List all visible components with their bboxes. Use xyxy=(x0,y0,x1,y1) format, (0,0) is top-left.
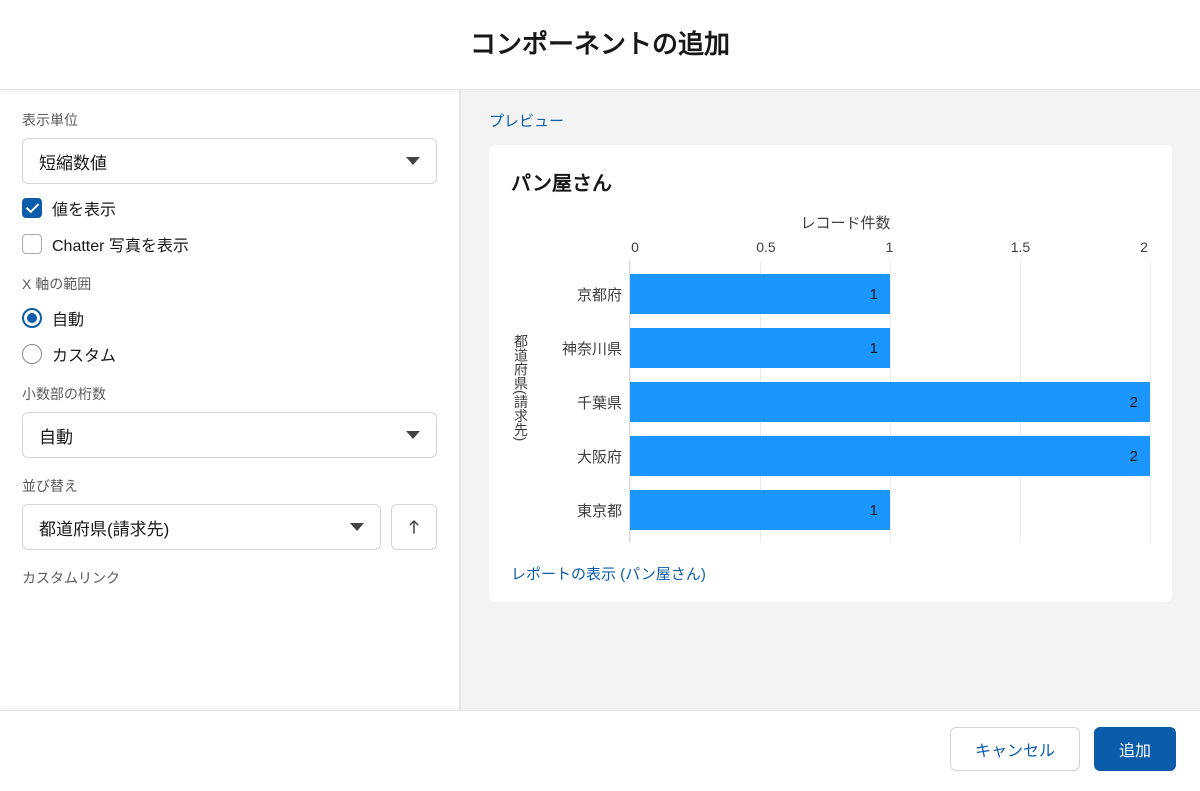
x-tick: 2 xyxy=(1138,239,1150,255)
checkbox-label: Chatter 写真を表示 xyxy=(52,232,189,256)
bar-fill[interactable]: 1 xyxy=(630,328,890,368)
radio-icon xyxy=(22,344,42,364)
bar-category-label: 大阪府 xyxy=(532,446,622,467)
bar-category-label: 神奈川県 xyxy=(532,338,622,359)
bar-category-label: 千葉県 xyxy=(532,392,622,413)
modal-body: 表示単位 短縮数値 値を表示 Chatter 写真を表示 X 軸の範囲 自動 カ… xyxy=(0,90,1200,710)
cancel-button[interactable]: キャンセル xyxy=(950,727,1080,771)
radio-label: カスタム xyxy=(52,342,116,366)
chart-plot-area: 京都府1神奈川県1千葉県2大阪府2東京都1 xyxy=(629,261,1150,543)
x-axis-auto-radio[interactable]: 自動 xyxy=(22,306,437,330)
bar-row: 東京都1 xyxy=(630,485,1150,535)
sort-select[interactable]: 都道府県(請求先) xyxy=(22,504,381,550)
display-unit-label: 表示単位 xyxy=(22,110,437,130)
preview-panel: プレビュー パン屋さん 都道府県(請求先) レコード件数 0 0.5 1 1.5… xyxy=(461,90,1200,710)
display-unit-value: 短縮数値 xyxy=(39,149,107,174)
sort-value: 都道府県(請求先) xyxy=(39,515,169,540)
display-unit-select[interactable]: 短縮数値 xyxy=(22,138,437,184)
bar-fill[interactable]: 2 xyxy=(630,382,1150,422)
x-tick: 1 xyxy=(884,239,896,255)
bar-row: 大阪府2 xyxy=(630,431,1150,481)
chart-body: レコード件数 0 0.5 1 1.5 2 京都府1神奈川県1千葉県2大阪府2東京… xyxy=(541,212,1150,543)
show-values-checkbox[interactable]: 値を表示 xyxy=(22,196,437,220)
custom-link-label: カスタムリンク xyxy=(22,568,437,588)
preview-label: プレビュー xyxy=(489,110,1172,131)
x-axis-custom-radio[interactable]: カスタム xyxy=(22,342,437,366)
x-tick: 0 xyxy=(629,239,641,255)
chevron-down-icon xyxy=(350,523,364,531)
view-report-link[interactable]: レポートの表示 (パン屋さん) xyxy=(511,563,706,584)
radio-icon xyxy=(22,308,42,328)
decimal-places-label: 小数部の桁数 xyxy=(22,384,437,404)
decimal-places-value: 自動 xyxy=(39,423,73,448)
bar-category-label: 京都府 xyxy=(532,284,622,305)
bar-fill[interactable]: 1 xyxy=(630,274,890,314)
preview-card: パン屋さん 都道府県(請求先) レコード件数 0 0.5 1 1.5 2 京都府… xyxy=(489,145,1172,602)
chevron-down-icon xyxy=(406,431,420,439)
arrow-up-icon xyxy=(405,518,423,536)
bar-fill[interactable]: 2 xyxy=(630,436,1150,476)
decimal-places-select[interactable]: 自動 xyxy=(22,412,437,458)
show-chatter-checkbox[interactable]: Chatter 写真を表示 xyxy=(22,232,437,256)
bar-fill[interactable]: 1 xyxy=(630,490,890,530)
x-tick: 1.5 xyxy=(1011,239,1023,255)
settings-panel: 表示単位 短縮数値 値を表示 Chatter 写真を表示 X 軸の範囲 自動 カ… xyxy=(0,90,461,710)
bar-category-label: 東京都 xyxy=(532,500,622,521)
x-axis-label: レコード件数 xyxy=(541,212,1150,233)
checkbox-icon xyxy=(22,234,42,254)
chevron-down-icon xyxy=(406,157,420,165)
modal-title: コンポーネントの追加 xyxy=(0,24,1200,61)
bar-row: 千葉県2 xyxy=(630,377,1150,427)
x-tick: 0.5 xyxy=(756,239,768,255)
sort-direction-button[interactable] xyxy=(391,504,437,550)
checkbox-label: 値を表示 xyxy=(52,196,116,220)
chart-title: パン屋さん xyxy=(511,167,1150,196)
radio-label: 自動 xyxy=(52,306,84,330)
checkbox-icon xyxy=(22,198,42,218)
x-axis-range-label: X 軸の範囲 xyxy=(22,274,437,294)
modal-header: コンポーネントの追加 xyxy=(0,0,1200,90)
bar-row: 京都府1 xyxy=(630,269,1150,319)
bar-row: 神奈川県1 xyxy=(630,323,1150,373)
y-axis-label: 都道府県(請求先) xyxy=(511,212,531,543)
chart-container: 都道府県(請求先) レコード件数 0 0.5 1 1.5 2 京都府1神奈川県1… xyxy=(511,212,1150,543)
sort-label: 並び替え xyxy=(22,476,437,496)
modal-footer: キャンセル 追加 xyxy=(0,710,1200,787)
add-button[interactable]: 追加 xyxy=(1094,727,1176,771)
x-axis-ticks: 0 0.5 1 1.5 2 xyxy=(541,239,1150,255)
